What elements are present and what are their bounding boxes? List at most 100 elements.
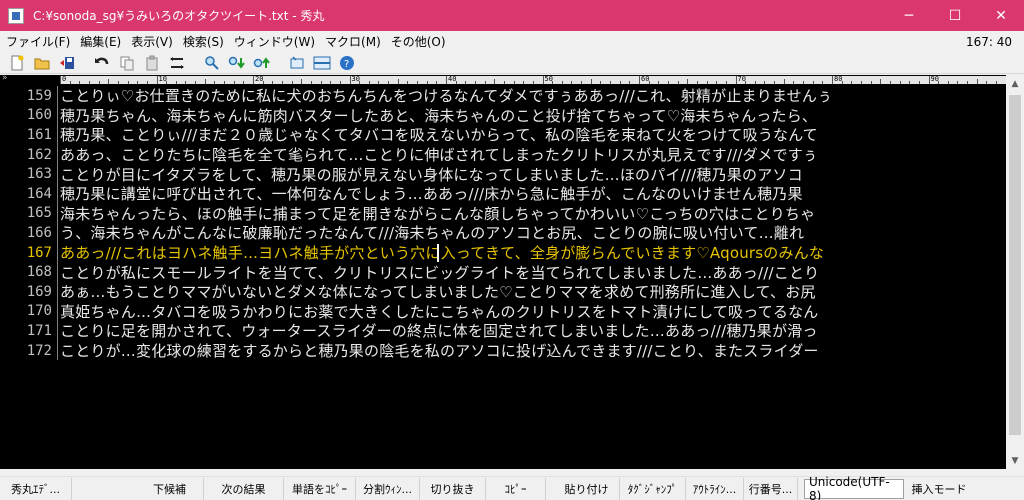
jump-icon[interactable] <box>286 53 308 73</box>
status-hidemaru-editor[interactable]: 秀丸ｴﾃﾞ... <box>0 477 72 500</box>
editor-line[interactable]: 167 ああっ///これはヨハネ触手…ヨハネ触手が穴という穴に入ってきて、全身が膨… <box>0 242 1006 263</box>
line-text[interactable]: 穂乃果、ことりぃ///まだ２０歳じゃなくてタバコを吸えないからって、私の陰毛を束… <box>58 124 1006 145</box>
editor-line[interactable]: 166 う、海未ちゃんがこんなに破廉恥だったなんて///海未ちゃんのアソコとお尻、… <box>0 223 1006 243</box>
menu-file[interactable]: ファイル(F) <box>0 33 74 50</box>
ruler-tick <box>532 81 534 84</box>
ruler-tick <box>561 81 563 84</box>
split-window-icon[interactable] <box>311 53 333 73</box>
text-caret <box>437 243 439 262</box>
help-icon[interactable]: ? <box>336 53 358 73</box>
editor-line[interactable]: 169 あぁ…もうことりママがいないとダメな体になってしまいました♡ことりママを求… <box>0 281 1006 302</box>
ruler-tick <box>88 81 90 84</box>
status-tag-jump[interactable]: ﾀｸﾞｼﾞｬﾝﾌﾟ <box>620 477 686 500</box>
editor-line[interactable]: 163 ことりが目にイタズラをして、穂乃果の服が見えない身体になってしまいました…… <box>0 164 1006 184</box>
insert-mode-indicator[interactable]: 挿入モード <box>904 478 974 500</box>
line-text[interactable]: 穂乃果ちゃん、海未ちゃんに筋肉バスターしたあと、海未ちゃんのこと投げ捨てちゃって… <box>58 105 1006 126</box>
status-next-candidate[interactable]: 下候補 <box>136 477 204 500</box>
ruler-tick <box>851 81 853 84</box>
new-file-icon[interactable] <box>6 53 28 73</box>
line-text[interactable]: ことりが私にスモールライトを当てて、クリトリスにビッグライトを当てられてしまいま… <box>58 262 1006 283</box>
ruler-tick <box>909 81 911 84</box>
line-text[interactable]: う、海未ちゃんがこんなに破廉恥だったなんて///海未ちゃんのアソコとお尻、ことり… <box>58 222 1006 243</box>
editor-line[interactable]: 159 ことりぃ♡お仕置きのために私に犬のおちんちんをつけるなんてダメですぅああっ… <box>0 86 1006 106</box>
status-copy-word[interactable]: 単語をｺﾋﾟｰ <box>284 477 356 500</box>
menu-macro[interactable]: マクロ(M) <box>319 33 385 50</box>
line-text[interactable]: ああっ、ことりたちに陰毛を全て毟られて…ことりに伸ばされてしまったクリトリスが丸… <box>58 144 1006 165</box>
ruler-tick <box>706 81 708 84</box>
line-text[interactable]: 海未ちゃんったら、ほの触手に捕まって足を開きながらこんな顔しちゃってかわいい♡こ… <box>58 203 1006 224</box>
status-next-result[interactable]: 次の結果 <box>204 477 284 500</box>
scroll-thumb[interactable] <box>1009 95 1021 435</box>
menu-window[interactable]: ウィンドウ(W) <box>228 33 319 50</box>
ruler-tick <box>754 81 756 84</box>
status-copy[interactable]: ｺﾋﾟｰ <box>486 477 546 500</box>
line-text[interactable]: ああっ///これはヨハネ触手…ヨハネ触手が穴という穴に入ってきて、全身が膨らんで… <box>58 242 1006 263</box>
editor-line[interactable]: 161 穂乃果、ことりぃ///まだ２０歳じゃなくてタバコを吸えないからって、私の陰… <box>0 125 1006 145</box>
line-text[interactable]: 穂乃果に講堂に呼び出されて、一体何なんでしょう…ああっ///床から急に触手が、こ… <box>58 183 1006 204</box>
menu-view[interactable]: 表示(V) <box>125 33 177 50</box>
ruler-tick <box>870 81 872 84</box>
line-number: 170 <box>26 303 52 320</box>
ruler-tick <box>465 81 467 84</box>
ruler-tick <box>339 81 341 84</box>
ruler-tick <box>725 81 727 84</box>
status-split-window[interactable]: 分割ｳｨﾝ... <box>356 477 420 500</box>
editor-line[interactable]: 172 ことりが…変化球の練習をするからと穂乃果の陰毛を私のアソコに投げ込んできま… <box>0 340 1006 361</box>
ruler-tick <box>967 81 969 84</box>
editor-line[interactable]: 165 海未ちゃんったら、ほの触手に捕まって足を開きながらこんな顔しちゃってかわい… <box>0 203 1006 224</box>
cut-icon[interactable] <box>166 53 188 73</box>
find-icon[interactable] <box>201 53 223 73</box>
line-text[interactable]: ことりぃ♡お仕置きのために私に犬のおちんちんをつけるなんてダメですぅああっ///… <box>58 85 1006 106</box>
vertical-scrollbar[interactable]: ▲ ▼ <box>1006 75 1024 469</box>
ruler-tick <box>677 81 679 84</box>
menu-edit[interactable]: 編集(E) <box>74 33 125 50</box>
ruler-label: 80 <box>834 75 843 83</box>
text-editor[interactable]: » 0102030405060708090100110 159ことりぃ♡お仕置き… <box>0 75 1006 469</box>
paste-icon[interactable] <box>141 53 163 73</box>
ruler-tick <box>436 81 438 84</box>
line-number: 171 <box>26 322 52 339</box>
line-text[interactable]: ことりに足を開かされて、ウォータースライダーの終点に体を固定されてしまいました…… <box>58 320 1006 341</box>
line-text[interactable]: ことりが…変化球の練習をするからと穂乃果の陰毛を私のアソコに投げ込んできます//… <box>58 340 1006 361</box>
editor-line[interactable]: 168 ことりが私にスモールライトを当てて、クリトリスにビッグライトを当てられてし… <box>0 262 1006 282</box>
editor-line[interactable]: 170 真姫ちゃん…タバコを吸うかわりにお薬で大きくしたにこちゃんのクリトリスをト… <box>0 301 1006 322</box>
status-outline[interactable]: ｱｳﾄﾗｲﾝ... <box>686 477 744 500</box>
line-text[interactable]: ことりが目にイタズラをして、穂乃果の服が見えない身体になってしまいました…ほのパ… <box>58 164 1006 185</box>
ruler-tick <box>146 81 148 84</box>
find-next-icon[interactable] <box>226 53 248 73</box>
open-folder-icon[interactable] <box>31 53 53 73</box>
editor-line[interactable]: 162 ああっ、ことりたちに陰毛を全て毟られて…ことりに伸ばされてしまったクリトリ… <box>0 144 1006 165</box>
save-icon[interactable] <box>56 53 78 73</box>
status-paste[interactable]: 貼り付け <box>554 477 620 500</box>
maximize-button[interactable]: ☐ <box>932 0 978 31</box>
minimize-button[interactable]: ─ <box>886 0 932 31</box>
ruler-tick <box>783 79 785 84</box>
ruler-label: 20 <box>255 75 264 83</box>
ruler-tick <box>571 81 573 84</box>
undo-icon[interactable] <box>91 53 113 73</box>
editor-line[interactable]: 160 穂乃果ちゃん、海未ちゃんに筋肉バスターしたあと、海未ちゃんのこと投げ捨てち… <box>0 105 1006 126</box>
scroll-up-icon[interactable]: ▲ <box>1006 75 1024 92</box>
line-text[interactable]: あぁ…もうことりママがいないとダメな体になってしまいました♡ことりママを求めて刑… <box>58 281 1006 302</box>
hidemaru-app-icon[interactable] <box>8 7 24 24</box>
ruler-tick <box>137 81 139 84</box>
menu-other[interactable]: その他(O) <box>385 33 450 50</box>
close-button[interactable]: ✕ <box>978 0 1024 31</box>
find-prev-icon[interactable] <box>251 53 273 73</box>
ruler-corner: » <box>2 75 8 83</box>
line-text[interactable]: 真姫ちゃん…タバコを吸うかわりにお薬で大きくしたにこちゃんのクリトリスをトマト漬… <box>58 301 1006 322</box>
ruler-tick <box>397 79 399 84</box>
line-number: 168 <box>26 264 52 281</box>
line-number: 166 <box>26 224 52 241</box>
encoding-indicator[interactable]: Unicode(UTF-8) <box>804 475 904 500</box>
copy-icon[interactable] <box>116 53 138 73</box>
menu-search[interactable]: 検索(S) <box>177 33 228 50</box>
status-line-number[interactable]: 行番号... <box>744 477 798 500</box>
scroll-down-icon[interactable]: ▼ <box>1006 452 1024 469</box>
editor-line[interactable]: 171 ことりに足を開かされて、ウォータースライダーの終点に体を固定されてしまいま… <box>0 321 1006 341</box>
ruler-label: 10 <box>158 75 167 83</box>
ruler-tick <box>629 81 631 84</box>
status-cut[interactable]: 切り抜き <box>420 477 486 500</box>
editor-lines: 159 ことりぃ♡お仕置きのために私に犬のおちんちんをつけるなんてダメですぅああっ… <box>0 86 1006 361</box>
editor-line[interactable]: 164 穂乃果に講堂に呼び出されて、一体何なんでしょう…ああっ///床から急に触手… <box>0 183 1006 204</box>
